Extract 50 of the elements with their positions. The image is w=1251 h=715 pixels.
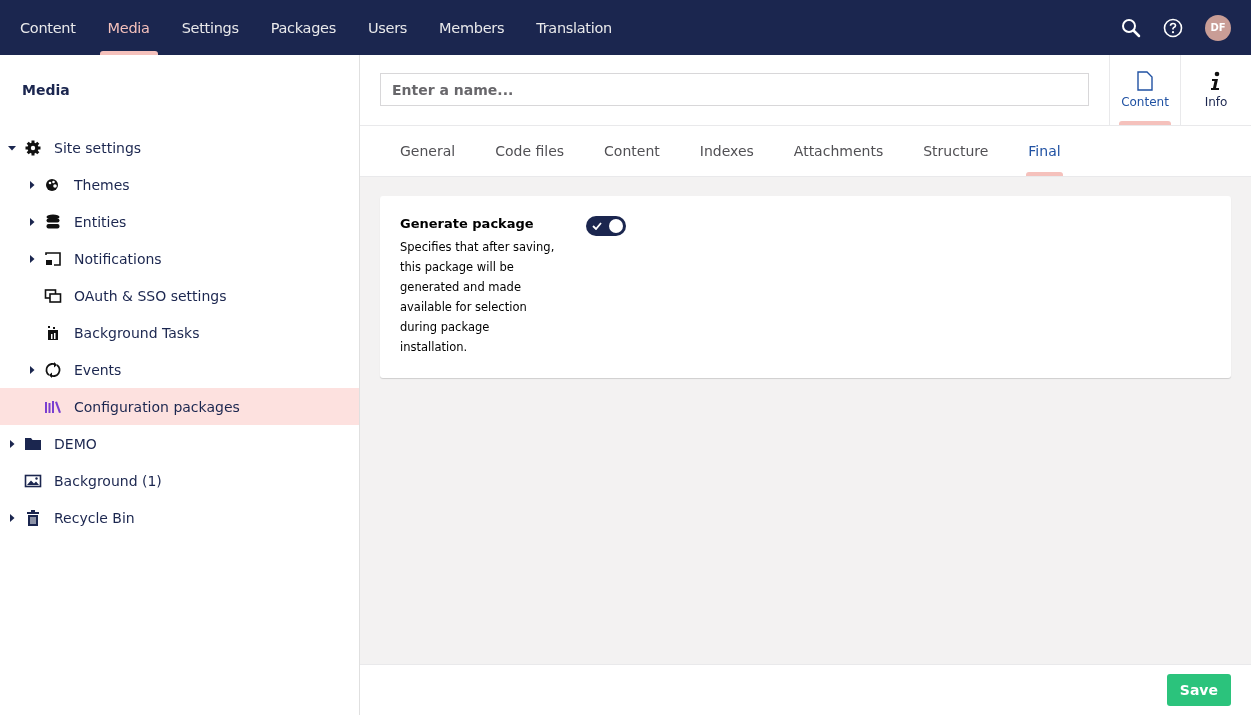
caret-icon[interactable] <box>8 513 16 522</box>
gear-icon <box>24 138 42 157</box>
search-icon[interactable] <box>1121 17 1141 38</box>
tree-item[interactable]: Recycle Bin <box>0 499 359 536</box>
cast-icon <box>44 249 62 268</box>
tree-item[interactable]: Notifications <box>0 240 359 277</box>
trash-icon <box>24 508 42 527</box>
section-tab[interactable]: Media <box>91 0 166 55</box>
property-label: Generate package <box>400 216 535 231</box>
tree-item[interactable]: DEMO <box>0 425 359 462</box>
tree-item[interactable]: OAuth & SSO settings <box>0 277 359 314</box>
section-tab[interactable]: Users <box>352 0 424 55</box>
editor-tab[interactable]: Attachments <box>773 126 904 176</box>
tree-item[interactable]: Events <box>0 351 359 388</box>
sync-icon <box>44 360 62 379</box>
caret-icon[interactable] <box>28 254 36 263</box>
editor-tab[interactable]: Structure <box>903 126 1009 176</box>
caret-icon[interactable] <box>8 439 16 448</box>
editor-tab[interactable]: General <box>380 126 476 176</box>
tree-item[interactable]: Background (1) <box>0 462 359 499</box>
tree-item[interactable]: Background Tasks <box>0 314 359 351</box>
editor-tab[interactable]: Indexes <box>679 126 774 176</box>
section-tab[interactable]: Content <box>4 0 92 55</box>
caret-icon[interactable] <box>28 180 36 189</box>
check-icon <box>592 222 602 230</box>
property-description: Specifies that after saving, this package will be generated and made available for selection during package installation. <box>400 239 556 356</box>
document-icon <box>1137 71 1153 91</box>
editor-tab[interactable]: Final <box>1008 126 1081 176</box>
tree-item[interactable]: Site settings <box>0 129 359 166</box>
editor-tab[interactable]: Code files <box>475 126 585 176</box>
app-tab[interactable]: Info <box>1180 55 1251 125</box>
caret-icon[interactable] <box>28 217 36 226</box>
name-field[interactable]: Enter a name... <box>380 73 1089 106</box>
caret-icon[interactable] <box>28 365 36 374</box>
section-tab[interactable]: Translation <box>520 0 628 55</box>
tree-item[interactable]: Entities <box>0 203 359 240</box>
database-icon <box>44 212 62 231</box>
section-tab[interactable]: Members <box>423 0 521 55</box>
section-tab[interactable]: Settings <box>165 0 255 55</box>
toggle-switch[interactable] <box>586 216 626 236</box>
tree-item[interactable]: Themes <box>0 166 359 203</box>
help-icon[interactable] <box>1163 17 1183 38</box>
app-tab[interactable]: Content <box>1109 55 1180 125</box>
editor-tab[interactable]: Content <box>584 126 680 176</box>
windows-icon <box>44 286 62 305</box>
sidebar-title: Media <box>21 81 71 100</box>
caret-icon[interactable] <box>8 143 16 152</box>
tree-item[interactable]: Configuration packages <box>0 388 359 425</box>
section-tab[interactable]: Packages <box>254 0 352 55</box>
info-icon <box>1210 71 1222 91</box>
